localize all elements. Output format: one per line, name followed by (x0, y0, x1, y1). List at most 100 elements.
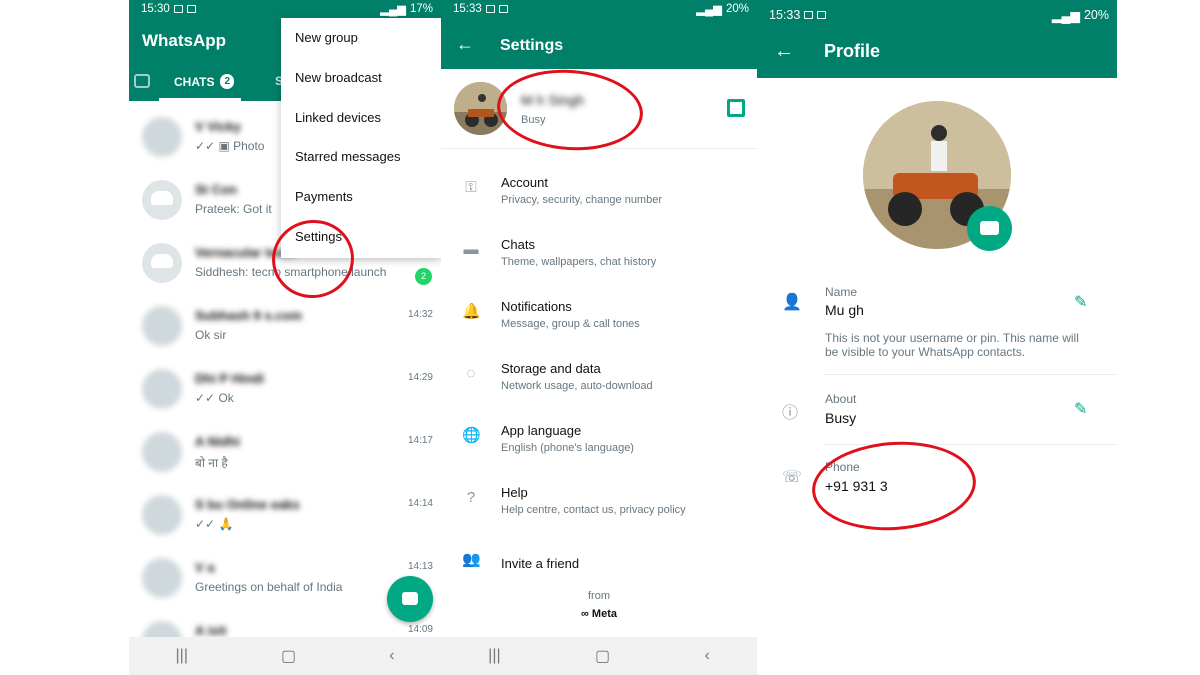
settings-item-app-language[interactable]: 🌐 App language English (phone's language) (441, 414, 757, 476)
chat-last-message: ✓✓ Ok (195, 391, 234, 405)
settings-item-subtitle: Message, group & call tones (501, 318, 640, 330)
settings-item-account[interactable]: ⚿ Account Privacy, security, change number (441, 166, 757, 228)
battery-level: 20% (1083, 8, 1109, 22)
recents-icon[interactable]: ||| (176, 647, 188, 665)
menu-item-new-broadcast[interactable]: New broadcast (281, 58, 441, 98)
notification-icon (498, 5, 508, 13)
edit-about-icon[interactable]: ✎ (1074, 399, 1087, 419)
menu-item-linked-devices[interactable]: Linked devices (281, 98, 441, 138)
key-icon: ⚿ (465, 179, 477, 196)
notification-icon (804, 11, 814, 19)
chat-row[interactable]: Dhi P Hindi ✓✓ Ok 14:29 (129, 369, 441, 432)
battery-level: 20% (725, 3, 749, 15)
home-icon[interactable]: ▢ (281, 646, 296, 666)
globe-icon: 🌐 (462, 427, 481, 444)
system-nav-bar: ||| ▢ ‹ (441, 637, 757, 675)
back-icon[interactable]: ‹ (389, 647, 394, 665)
chat-row[interactable]: S bu Online eaks ✓✓ 🙏 14:14 (129, 495, 441, 558)
avatar (142, 432, 182, 472)
settings-item-storage-and-data[interactable]: ◌ Storage and data Network usage, auto-dow… (441, 352, 757, 414)
system-nav-bar: ||| ▢ ‹ (129, 637, 441, 675)
back-arrow-icon[interactable]: ← (774, 40, 794, 63)
chat-last-message: Greetings on behalf of India (195, 580, 343, 594)
chat-name: S bu Online eaks (195, 497, 300, 512)
chat-last-message: ✓✓ 🙏 (195, 517, 234, 531)
signal-icon: ▂▄▆ (1051, 8, 1080, 23)
app-title: WhatsApp (142, 31, 227, 50)
settings-item-subtitle: Help centre, contact us, privacy policy (501, 504, 686, 516)
avatar (142, 180, 182, 220)
page-title: Settings (500, 37, 564, 54)
settings-screen: 15:33 ▂▄▆ 20% ← Settings M h Singh Busy ⚿… (441, 0, 757, 675)
phone-icon: ☏ (782, 469, 803, 486)
avatar (142, 306, 182, 346)
chat-time: 14:14 (407, 498, 433, 509)
settings-item-title: Storage and data (501, 361, 601, 376)
settings-item-subtitle: Theme, wallpapers, chat history (501, 256, 657, 268)
recents-icon[interactable]: ||| (488, 647, 500, 665)
profile-screen: 15:33 ▂▄▆ 20% ← Profile 👤 Name Mu gh This… (757, 0, 1117, 675)
settings-item-title: Chats (501, 237, 535, 252)
settings-item-chats[interactable]: ▬ Chats Theme, wallpapers, chat history (441, 228, 757, 290)
help-icon: ? (466, 489, 476, 506)
status-time: 15:33 (769, 8, 801, 22)
avatar (142, 369, 182, 409)
notification-icon (485, 5, 495, 13)
status-time: 15:33 (453, 3, 482, 15)
change-photo-button[interactable] (967, 206, 1012, 251)
tab-indicator (159, 98, 241, 101)
battery-level: 17% (409, 3, 433, 15)
chat-name: V a (195, 560, 215, 575)
chat-last-message: बो ना है (195, 456, 228, 470)
signal-icon: ▂▄▆ (380, 4, 406, 16)
chat-icon: ▬ (463, 241, 479, 258)
back-icon[interactable]: ‹ (704, 647, 709, 665)
status-bar: 15:33 ▂▄▆ 20% (757, 0, 1117, 30)
chats-screen: 15:30 ▂▄▆ 17% WhatsApp CHATS 2 S V Vicky ✓… (129, 0, 441, 675)
menu-item-payments[interactable]: Payments (281, 177, 441, 217)
storage-icon: ◌ (466, 365, 476, 382)
name-label: Name (825, 285, 858, 299)
settings-item-help[interactable]: ? Help Help centre, contact us, privacy po… (441, 476, 757, 538)
avatar (142, 243, 182, 283)
camera-icon[interactable] (134, 74, 150, 88)
edit-name-icon[interactable]: ✎ (1074, 292, 1087, 312)
avatar (142, 117, 182, 157)
back-arrow-icon[interactable]: ← (456, 34, 474, 55)
status-time: 15:30 (141, 3, 170, 15)
unread-count-badge: 2 (220, 74, 235, 89)
person-icon: 👤 (782, 294, 802, 311)
chat-time: 14:29 (407, 372, 433, 383)
settings-header: 15:33 ▂▄▆ 20% ← Settings (441, 0, 757, 69)
name-note: This is not your username or pin. This n… (825, 331, 1079, 359)
chat-last-message: Ok sir (195, 328, 227, 342)
chat-time: 14:09 (407, 624, 433, 635)
signal-icon: ▂▄▆ (696, 4, 722, 16)
avatar (142, 495, 182, 535)
chat-time: 14:13 (407, 561, 433, 572)
chat-name: A Nidhi (195, 434, 241, 449)
avatar (142, 558, 182, 598)
meta-logo: ∞ Meta (581, 608, 617, 620)
divider (825, 374, 1117, 375)
qr-code-icon[interactable] (727, 99, 745, 117)
chat-name: Subhash 9 s.com (195, 308, 302, 323)
new-chat-button[interactable] (387, 576, 433, 622)
settings-item-subtitle: Network usage, auto-download (501, 380, 653, 392)
settings-item-title: App language (501, 423, 582, 438)
status-bar: 15:30 ▂▄▆ 17% (129, 0, 441, 18)
menu-item-starred-messages[interactable]: Starred messages (281, 137, 441, 177)
chat-row[interactable]: A Nidhi बो ना है 14:17 (129, 432, 441, 495)
unread-badge: 2 (415, 268, 432, 285)
chat-name: A ixit (195, 623, 227, 638)
settings-item-title: Notifications (501, 299, 572, 314)
chat-row[interactable]: Subhash 9 s.com Ok sir 14:32 (129, 306, 441, 369)
people-icon: 👥 (462, 551, 481, 568)
notification-icon (817, 11, 827, 19)
chat-name: Dhi P Hindi (195, 371, 265, 386)
tab-chats[interactable]: CHATS 2 (174, 74, 235, 89)
home-icon[interactable]: ▢ (595, 646, 610, 666)
menu-item-new-group[interactable]: New group (281, 18, 441, 58)
settings-item-notifications[interactable]: 🔔 Notifications Message, group & call tone… (441, 290, 757, 352)
notification-icon (173, 5, 183, 13)
